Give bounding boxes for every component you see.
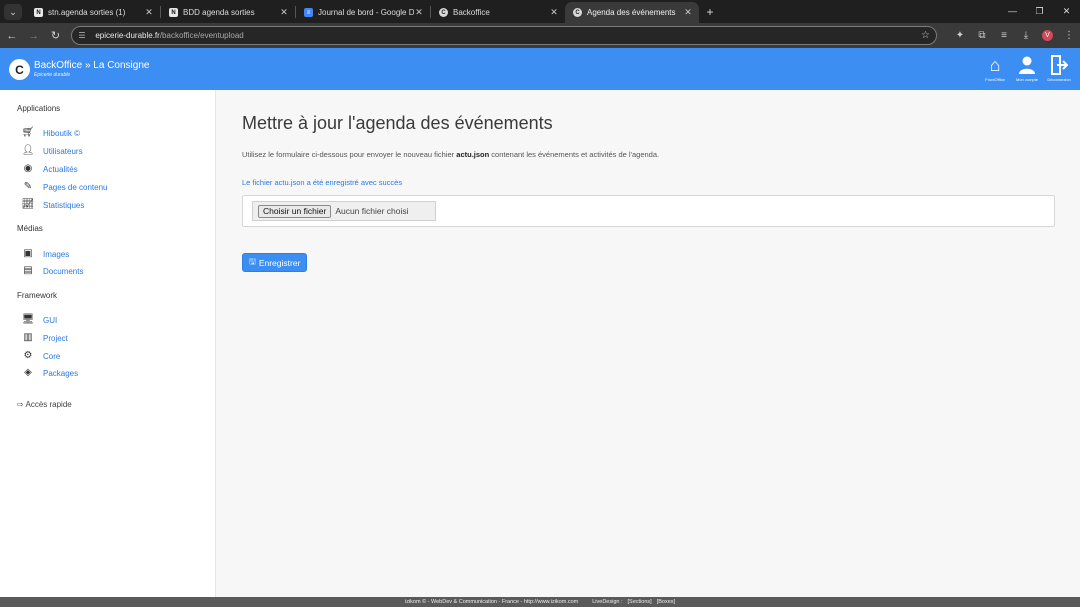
address-bar[interactable]: ☰ epicerie-durable.fr/backoffice/eventup… [71,26,937,45]
image-icon: ▣ [23,248,33,259]
site-info-icon[interactable]: ☰ [78,31,88,40]
bookmark-star-icon[interactable]: ☆ [921,30,930,41]
books-icon: ▥ [23,332,33,343]
choose-file-button[interactable]: Choisir un fichier [258,204,332,218]
users-icon: 👤︎ [21,145,35,156]
logo[interactable]: C [9,59,30,80]
browser-tab-active[interactable]: C Agenda des événements ✕ [565,2,699,23]
sidebar-item-packages[interactable]: ◈ Packages [21,366,78,380]
rss-icon: ◉ [23,163,33,174]
sidebar-item-statistiques[interactable]: 📈︎ Statistiques [21,198,85,212]
sidebar-item-gui[interactable]: 🖥︎ GUI [21,313,58,327]
sidebar-item-images[interactable]: ▣ Images [21,247,69,261]
logout-link[interactable]: Déconnexion [1043,55,1075,82]
profile-avatar[interactable]: V [1042,30,1053,41]
notion-icon: N [169,8,178,17]
user-icon [1019,56,1035,74]
browser-tab[interactable]: N BDD agenda sorties ✕ [161,2,295,23]
close-icon[interactable]: ✕ [683,7,693,18]
sidebar-item-core[interactable]: ⚙ Core [21,349,61,363]
frontoffice-link[interactable]: ⌂ FrontOffice [979,55,1011,82]
file-input[interactable]: Choisir un fichier Aucun fichier choisi [252,201,436,221]
footer-credit[interactable]: izikom © - WebDev & Communication - Fran… [405,599,578,605]
new-tab-button[interactable]: + [701,3,719,21]
section-title-applications: Applications [17,104,61,113]
forward-arrow-icon[interactable]: → [24,26,44,46]
cart-icon: 🛒︎ [21,127,35,138]
tab-title: Journal de bord - Google Docs [318,8,414,17]
logout-icon [1051,55,1068,75]
backoffice-icon: C [573,8,582,17]
livedesign-sections-link[interactable]: [Sections] [628,599,652,605]
app-subtitle: Epicerie durable [34,72,71,78]
close-window-icon[interactable]: ✕ [1053,0,1080,22]
close-icon[interactable]: ✕ [414,7,424,18]
monitor-icon: 🖥︎ [21,314,35,325]
upload-panel: Choisir un fichier Aucun fichier choisi [242,195,1055,227]
footer: izikom © - WebDev & Communication - Fran… [0,597,1080,607]
account-link[interactable]: Mon compte [1011,55,1043,82]
minimize-icon[interactable]: — [999,0,1026,22]
back-arrow-icon[interactable]: ← [2,26,22,46]
livedesign-boxes-link[interactable]: [Boxes] [657,599,675,605]
sidebar-item-actualites[interactable]: ◉ Actualités [21,162,78,176]
tab-title: Backoffice [453,8,490,17]
sidebar-item-utilisateurs[interactable]: 👤︎ Utilisateurs [21,144,83,158]
cogs-icon: ⚙ [23,350,33,361]
menu-kebab-icon[interactable]: ⋮ [1058,26,1080,46]
close-icon[interactable]: ✕ [279,7,289,18]
browser-tab[interactable]: ≡ Journal de bord - Google Docs ✕ [296,2,430,23]
media-queue-icon[interactable]: ≡ [993,26,1015,46]
file-status: Aucun fichier choisi [335,206,409,216]
close-icon[interactable]: ✕ [144,7,154,18]
browser-toolbar: ← → ↻ ☰ epicerie-durable.fr/backoffice/e… [0,23,1080,48]
app-title[interactable]: BackOffice » La Consigne [34,60,149,71]
home-icon: ⌂ [989,55,1001,75]
tab-search-button[interactable]: ⌄ [4,4,22,20]
header-links: ⌂ FrontOffice Mon compte Déconnexion [979,55,1075,82]
browser-tab-strip: ⌄ N stn.agenda sorties (1) ✕ N BDD agend… [0,0,1080,23]
tab-title: BDD agenda sorties [183,8,255,17]
window-controls: — ❐ ✕ [999,0,1080,22]
intro-text: Utilisez le formulaire ci-dessous pour e… [242,150,660,159]
livedesign-label: LiveDesign : [592,599,623,605]
backoffice-icon: C [439,8,448,17]
url-text[interactable]: epicerie-durable.fr/backoffice/eventuplo… [95,31,921,40]
download-icon[interactable]: ⤓ [1015,26,1037,46]
save-button[interactable]: 🖫 Enregistrer [242,253,308,272]
sidebar-item-project[interactable]: ▥ Project [21,331,68,345]
app-header: C BackOffice » La Consigne Epicerie dura… [0,48,1080,90]
quick-access-link[interactable]: ⇨ Accès rapide [17,400,72,409]
docs-icon: ≡ [304,8,313,17]
main-content: Mettre à jour l'agenda des événements Ut… [217,90,1080,597]
browser-tab[interactable]: N stn.agenda sorties (1) ✕ [26,2,160,23]
sidebar-item-pages[interactable]: ✎ Pages de contenu [21,180,108,194]
reload-icon[interactable]: ↻ [46,26,66,46]
section-title-medias: Médias [17,224,43,233]
sidebar: Applications 🛒︎ Hiboutik © 👤︎ Utilisateu… [0,90,216,597]
success-message: Le fichier actu.json a été enregistré av… [242,178,403,187]
notion-icon: N [34,8,43,17]
tab-title: stn.agenda sorties (1) [48,8,126,17]
section-title-framework: Framework [17,291,58,300]
save-icon: 🖫 [249,256,256,266]
page-title: Mettre à jour l'agenda des événements [242,113,553,133]
document-icon: ▤ [23,265,33,276]
close-icon[interactable]: ✕ [549,7,559,18]
extension-icon[interactable]: ✦ [949,26,971,46]
sidebar-item-documents[interactable]: ▤ Documents [21,264,83,278]
restore-icon[interactable]: ❐ [1026,0,1053,22]
sidebar-item-hiboutik[interactable]: 🛒︎ Hiboutik © [21,126,80,140]
browser-tab[interactable]: C Backoffice ✕ [431,2,565,23]
extensions-puzzle-icon[interactable]: ⧉ [971,26,993,46]
edit-icon: ✎ [23,181,33,192]
chart-icon: 📈︎ [21,199,35,210]
layers-icon: ◈ [24,367,32,378]
tab-title: Agenda des événements [587,8,676,17]
